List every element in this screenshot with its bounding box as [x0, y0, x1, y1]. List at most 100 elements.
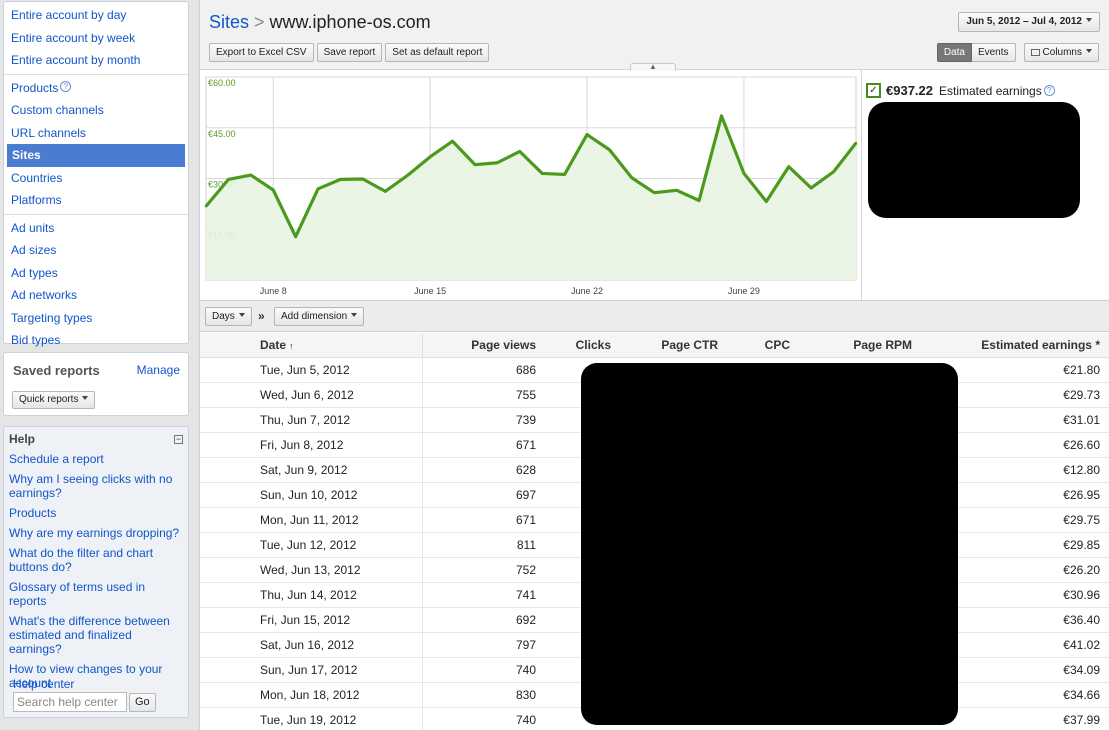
columns-dropdown[interactable]: Columns	[1023, 43, 1099, 62]
manage-link[interactable]: Manage	[137, 363, 180, 378]
data-point	[697, 199, 701, 202]
data-point	[585, 133, 589, 136]
column-header-page-rpm[interactable]: Page RPM	[800, 333, 922, 358]
chevron-down-icon	[238, 313, 245, 317]
data-point	[451, 140, 454, 143]
set-default-report-button[interactable]: Set as default report	[385, 43, 490, 62]
data-point	[294, 235, 297, 238]
help-title: Help	[9, 432, 36, 446]
columns-label: Columns	[1042, 47, 1082, 58]
view-toggle: Data Events Columns	[936, 43, 1099, 62]
nav-group: Ad units Ad sizes Ad types Ad networks Targe…	[4, 215, 188, 354]
breadcrumb-sites[interactable]: Sites	[209, 12, 249, 32]
legend-checkbox[interactable]: ✓	[866, 83, 881, 98]
data-point	[765, 200, 768, 203]
data-point	[809, 186, 813, 190]
column-header-clicks[interactable]: Clicks	[546, 333, 621, 358]
sidebar-item-custom-channels[interactable]: Custom channels	[4, 99, 188, 122]
quick-reports-dropdown[interactable]: Quick reports	[12, 391, 96, 409]
data-point	[563, 173, 566, 176]
help-icon[interactable]: ?	[60, 80, 72, 92]
x-tick-label: June 22	[571, 286, 603, 296]
sidebar-item-sites[interactable]: Sites	[7, 144, 185, 167]
sidebar-item-ad-types[interactable]: Ad types	[4, 262, 188, 285]
x-tick-label: June 29	[728, 286, 760, 296]
cell-page-views: 811	[422, 532, 546, 558]
redacted-block	[868, 102, 1080, 218]
dimension-bar: Days » Add dimension	[200, 300, 1109, 332]
export-csv-button[interactable]: Export to Excel CSV	[209, 43, 314, 62]
help-search-input[interactable]	[13, 692, 127, 712]
sidebar-item-bid-types[interactable]: Bid types	[4, 329, 188, 352]
column-header-estimated-earnings[interactable]: Estimated earnings *	[922, 333, 1109, 358]
sidebar-item-entire-account-by-week[interactable]: Entire account by week	[4, 27, 188, 50]
data-view-button[interactable]: Data	[936, 43, 972, 62]
column-header-label: Page RPM	[853, 337, 912, 352]
help-link[interactable]: Glossary of terms used in reports	[9, 580, 183, 608]
save-report-button[interactable]: Save report	[316, 43, 383, 62]
cell-date: Thu, Jun 14, 2012	[200, 582, 423, 608]
help-link[interactable]: Products	[9, 506, 183, 520]
help-icon[interactable]: ?	[1043, 85, 1055, 96]
events-view-button[interactable]: Events	[971, 43, 1016, 62]
sidebar-item-countries[interactable]: Countries	[4, 167, 188, 190]
help-link[interactable]: What do the filter and chart buttons do?	[9, 546, 183, 574]
help-link[interactable]: Why are my earnings dropping?	[9, 526, 183, 540]
column-header-page-ctr[interactable]: Page CTR	[621, 333, 728, 358]
nav-group: Products? Custom channels URL channels Site…	[4, 75, 188, 215]
sidebar-item-ad-sizes[interactable]: Ad sizes	[4, 239, 188, 262]
data-point	[406, 174, 409, 177]
cell-page-views: 797	[422, 632, 546, 658]
data-point	[608, 148, 611, 151]
cell-page-views: 628	[422, 457, 546, 483]
sidebar-item-ad-networks[interactable]: Ad networks	[4, 284, 188, 307]
column-header-label: Page views	[471, 337, 536, 352]
add-dimension-dropdown[interactable]: Add dimension	[274, 307, 365, 326]
data-point	[675, 189, 678, 192]
column-header-cpc[interactable]: CPC	[728, 333, 800, 358]
sidebar-item-label: Entire account by day	[11, 8, 127, 22]
data-point	[854, 141, 858, 145]
sidebar-item-label: Products	[11, 80, 59, 95]
sidebar-item-platforms[interactable]: Platforms	[4, 189, 188, 212]
collapse-icon[interactable]: −	[174, 435, 183, 444]
sidebar-item-label: Targeting types	[11, 310, 93, 325]
date-range-picker[interactable]: Jun 5, 2012 – Jul 4, 2012	[958, 12, 1100, 32]
cell-page-views: 697	[422, 482, 546, 508]
sidebar-item-label: Ad units	[11, 220, 55, 235]
cell-date: Sat, Jun 9, 2012	[200, 457, 423, 483]
column-header-label: Page CTR	[661, 337, 718, 352]
help-center-link[interactable]: Help center	[13, 677, 74, 691]
sidebar-item-entire-account-by-day[interactable]: Entire account by day	[4, 4, 188, 27]
cell-page-views: 740	[422, 657, 546, 683]
cell-date: Fri, Jun 15, 2012	[200, 607, 423, 633]
sidebar-item-ad-units[interactable]: Ad units	[4, 217, 188, 240]
data-point	[339, 178, 342, 181]
data-point	[227, 178, 230, 181]
column-header-date[interactable]: Date ↑	[200, 333, 423, 358]
data-point	[496, 161, 499, 164]
page-title: Sites > www.iphone-os.com	[209, 12, 431, 33]
cell-date: Sun, Jun 17, 2012	[200, 657, 423, 683]
column-header-label: Clicks	[575, 337, 611, 352]
help-link[interactable]: Why am I seeing clicks with no earnings?	[9, 472, 183, 500]
help-link[interactable]: Schedule a report	[9, 452, 183, 466]
cell-date: Wed, Jun 6, 2012	[200, 382, 423, 408]
sidebar-item-url-channels[interactable]: URL channels	[4, 122, 188, 145]
data-point	[204, 205, 208, 208]
help-link[interactable]: What's the difference between estimated …	[9, 614, 183, 656]
sidebar-item-entire-account-by-month[interactable]: Entire account by month	[4, 49, 188, 72]
sidebar-item-label: Sites	[12, 148, 41, 162]
report-nav: Entire account by day Entire account by w…	[3, 1, 189, 347]
sidebar-item-label: Countries	[11, 170, 63, 185]
sidebar-item-label: URL channels	[11, 125, 86, 140]
data-point	[720, 114, 723, 118]
nav-group: Entire account by day Entire account by w…	[4, 2, 188, 75]
column-header-page-views[interactable]: Page views	[422, 333, 546, 358]
chart-legend: ✓ €937.22 Estimated earnings ?	[866, 83, 1055, 98]
sidebar-item-products[interactable]: Products?	[4, 77, 188, 100]
sidebar-item-targeting-types[interactable]: Targeting types	[4, 307, 188, 330]
help-go-button[interactable]: Go	[129, 693, 156, 712]
redacted-block	[581, 363, 958, 725]
days-dropdown[interactable]: Days	[205, 307, 252, 326]
